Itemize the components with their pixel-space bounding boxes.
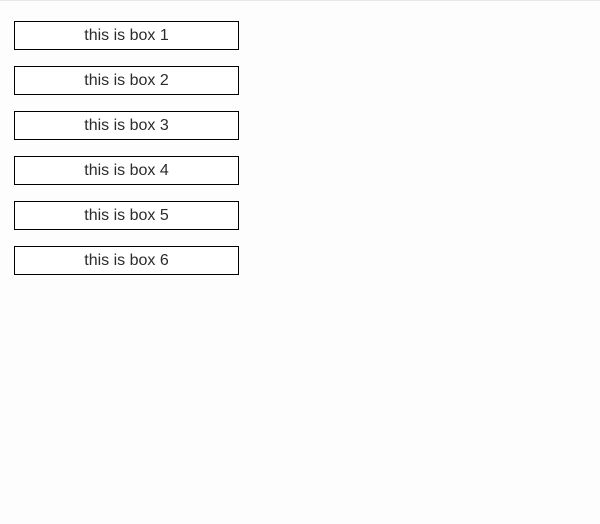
box-item: this is box 5 (14, 201, 239, 230)
box-label: this is box 5 (84, 207, 168, 225)
box-label: this is box 1 (84, 27, 168, 45)
box-item: this is box 6 (14, 246, 239, 275)
box-item: this is box 4 (14, 156, 239, 185)
box-item: this is box 3 (14, 111, 239, 140)
box-label: this is box 2 (84, 72, 168, 90)
box-item: this is box 2 (14, 66, 239, 95)
box-label: this is box 6 (84, 252, 168, 270)
box-item: this is box 1 (14, 21, 239, 50)
box-label: this is box 3 (84, 117, 168, 135)
box-label: this is box 4 (84, 162, 168, 180)
box-list: this is box 1 this is box 2 this is box … (14, 21, 600, 275)
